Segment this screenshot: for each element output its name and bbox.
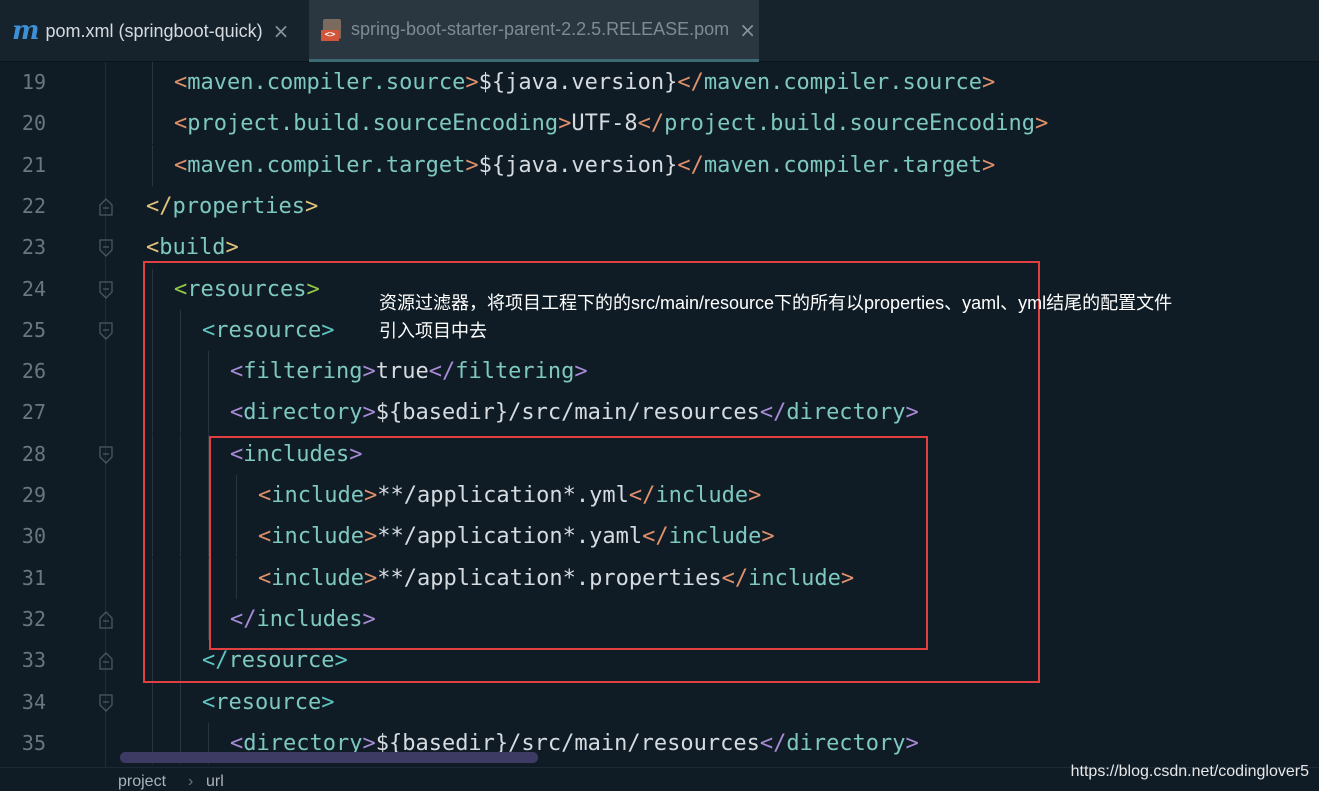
fold-open-icon[interactable] bbox=[98, 322, 114, 340]
includes-highlight-box bbox=[209, 436, 928, 650]
tag-name: properties bbox=[172, 193, 305, 219]
tag-name: project.build.sourceEncoding bbox=[664, 111, 1035, 137]
line-number: 33 bbox=[21, 648, 46, 673]
line-number: 32 bbox=[21, 606, 46, 631]
tag-bracket: > bbox=[321, 689, 335, 715]
annotation-line-1: 资源过滤器，将项目工程下的的src/main/resource下的所有以prop… bbox=[379, 293, 1173, 313]
horizontal-scrollbar[interactable] bbox=[120, 752, 538, 763]
line-number: 27 bbox=[21, 400, 46, 425]
fold-open-icon[interactable] bbox=[98, 239, 114, 258]
tab-parent-pom[interactable]: <> spring-boot-starter-parent-2.2.5.RELE… bbox=[309, 0, 759, 62]
line-number: 34 bbox=[21, 689, 46, 714]
code-text: <maven.compiler.target>${java.version}</… bbox=[174, 145, 995, 186]
close-icon[interactable]: × bbox=[273, 19, 290, 43]
line-number: 19 bbox=[21, 70, 46, 94]
tag-name: build bbox=[159, 235, 226, 261]
fold-end-icon[interactable] bbox=[98, 610, 114, 629]
pom-file-icon: <> bbox=[321, 18, 343, 41]
tag-bracket: < bbox=[174, 152, 188, 178]
tab-pom-xml[interactable]: m pom.xml (springboot-quick) × bbox=[0, 0, 305, 62]
tag-bracket: > bbox=[465, 70, 479, 95]
breadcrumb-item-project[interactable]: project bbox=[118, 773, 166, 791]
tag-name: maven.compiler.source bbox=[187, 70, 466, 95]
tag-name: resource bbox=[215, 689, 322, 715]
maven-m-icon: m bbox=[12, 16, 40, 46]
code-line[interactable]: 34 <resource> bbox=[0, 681, 1319, 723]
line-number: 35 bbox=[21, 730, 46, 755]
annotation-line-2: 引入项目中去 bbox=[379, 321, 487, 341]
fold-open-icon[interactable] bbox=[98, 446, 114, 464]
fold-open-icon[interactable] bbox=[98, 280, 114, 299]
line-number: 20 bbox=[21, 111, 46, 136]
indent-guide bbox=[152, 144, 153, 186]
annotation-text: 资源过滤器，将项目工程下的的src/main/resource下的所有以prop… bbox=[379, 289, 1309, 345]
tag-bracket: </ bbox=[677, 70, 704, 95]
line-number: 25 bbox=[21, 317, 46, 342]
close-icon[interactable]: × bbox=[739, 18, 756, 42]
tag-bracket: > bbox=[982, 70, 996, 95]
tag-bracket: < bbox=[174, 70, 188, 95]
tag-value: UTF-8 bbox=[571, 111, 638, 137]
line-number: 28 bbox=[21, 441, 46, 466]
tag-bracket: </ bbox=[677, 152, 704, 178]
tag-value: ${java.version} bbox=[478, 70, 678, 95]
tag-bracket: > bbox=[465, 152, 479, 178]
breadcrumb-separator: › bbox=[188, 773, 194, 790]
tab-label: spring-boot-starter-parent-2.2.5.RELEASE… bbox=[351, 19, 730, 39]
fold-end-icon[interactable] bbox=[98, 652, 114, 670]
tag-bracket: < bbox=[202, 689, 216, 715]
code-line[interactable]: 21 <maven.compiler.target>${java.version}… bbox=[0, 144, 1319, 186]
fold-end-icon[interactable] bbox=[98, 197, 114, 216]
fold-open-icon[interactable] bbox=[98, 693, 114, 712]
line-number: 22 bbox=[21, 193, 46, 218]
indent-guide bbox=[152, 681, 153, 723]
tag-name: maven.compiler.target bbox=[187, 152, 466, 178]
tag-bracket: > bbox=[1034, 111, 1049, 137]
tag-bracket: </ bbox=[146, 193, 173, 219]
code-line[interactable]: 20 <project.build.sourceEncoding>UTF-8</p… bbox=[0, 103, 1319, 145]
code-text: <maven.compiler.source>${java.version}</… bbox=[174, 62, 995, 103]
code-text: <project.build.sourceEncoding>UTF-8</pro… bbox=[174, 103, 1048, 144]
tag-bracket: > bbox=[982, 152, 996, 178]
code-editor[interactable]: 19 <maven.compiler.source>${java.version}… bbox=[0, 62, 1319, 767]
indent-guide bbox=[152, 103, 153, 145]
breadcrumb-item-url[interactable]: url bbox=[206, 773, 224, 791]
tag-name: maven.compiler.source bbox=[703, 70, 982, 95]
tag-bracket: > bbox=[905, 730, 919, 756]
line-number: 21 bbox=[21, 152, 46, 177]
line-number: 30 bbox=[21, 524, 46, 549]
line-number: 26 bbox=[21, 359, 46, 384]
code-text: </properties> bbox=[146, 186, 318, 227]
code-line[interactable]: 19 <maven.compiler.source>${java.version}… bbox=[0, 62, 1319, 103]
tag-value: ${java.version} bbox=[478, 152, 678, 178]
tab-label: pom.xml (springboot-quick) bbox=[45, 20, 263, 41]
watermark: https://blog.csdn.net/codinglover5 bbox=[1070, 763, 1309, 780]
code-text: <resource> bbox=[202, 682, 334, 723]
tag-bracket: > bbox=[225, 235, 239, 261]
line-number: 23 bbox=[21, 235, 46, 260]
tag-bracket: > bbox=[304, 193, 319, 219]
indent-guide bbox=[180, 681, 181, 723]
indent-guide bbox=[152, 62, 153, 103]
line-number: 29 bbox=[21, 483, 46, 507]
tag-bracket: < bbox=[146, 235, 160, 261]
line-number: 31 bbox=[21, 565, 46, 590]
tag-bracket: </ bbox=[637, 111, 665, 137]
line-number: 24 bbox=[21, 276, 46, 301]
tag-name: directory bbox=[786, 730, 906, 756]
tag-bracket: < bbox=[174, 111, 188, 137]
tag-name: maven.compiler.target bbox=[703, 152, 982, 178]
code-line[interactable]: 22 </properties> bbox=[0, 186, 1319, 227]
tag-bracket: </ bbox=[759, 730, 787, 756]
tag-name: project.build.sourceEncoding bbox=[187, 111, 559, 137]
editor-tab-bar: m pom.xml (springboot-quick) × <> spring… bbox=[0, 0, 1319, 62]
tag-bracket: > bbox=[558, 111, 572, 137]
